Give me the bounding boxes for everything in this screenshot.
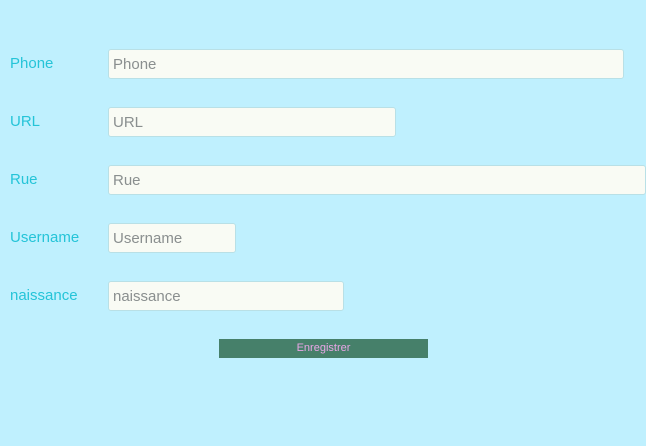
- naissance-row: naissance: [0, 281, 646, 311]
- username-input[interactable]: [108, 223, 236, 253]
- naissance-label: naissance: [10, 287, 78, 304]
- url-row: URL: [0, 107, 646, 137]
- naissance-input[interactable]: [108, 281, 344, 311]
- submit-button[interactable]: Enregistrer: [219, 339, 428, 358]
- phone-input[interactable]: [108, 49, 624, 79]
- rue-label: Rue: [10, 171, 38, 188]
- url-input[interactable]: [108, 107, 396, 137]
- username-label: Username: [10, 229, 80, 246]
- phone-label: Phone: [10, 55, 54, 72]
- phone-row: Phone: [0, 49, 646, 79]
- url-label: URL: [10, 113, 41, 130]
- username-row: Username: [0, 223, 646, 253]
- rue-row: Rue: [0, 165, 646, 195]
- rue-input[interactable]: [108, 165, 646, 195]
